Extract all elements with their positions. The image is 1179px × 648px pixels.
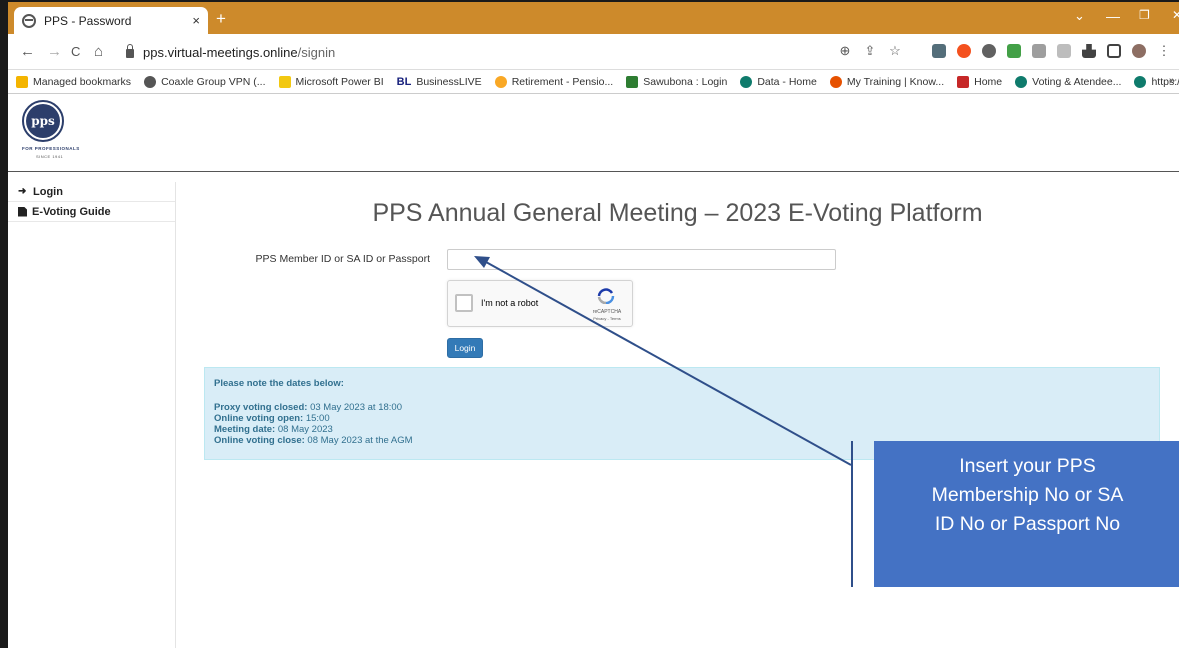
extension-4-icon[interactable]: [1007, 44, 1021, 58]
businesslive-icon: BL: [396, 75, 412, 88]
member-id-label: PPS Member ID or SA ID or Passport: [255, 253, 430, 265]
tab-pps-password[interactable]: PPS - Password ×: [14, 7, 208, 34]
zoom-icon[interactable]: ⊕: [838, 43, 852, 59]
folder-icon: [16, 75, 28, 88]
bookmark-star-icon[interactable]: ☆: [888, 43, 902, 59]
lock-icon: [126, 43, 134, 58]
sawubona-icon: [626, 75, 639, 88]
notice-row: Online voting open: 15:00: [214, 413, 330, 424]
bookmark-item[interactable]: Home: [957, 75, 1002, 88]
tab-strip: PPS - Password × + ⌄ — ❐ ✕: [8, 2, 1179, 34]
side-panel-icon[interactable]: [1107, 44, 1121, 58]
bookmark-item[interactable]: Microsoft Power BI: [278, 75, 384, 88]
extension-3-icon[interactable]: [982, 44, 996, 58]
notice-row: Proxy voting closed: 03 May 2023 at 18:0…: [214, 402, 402, 413]
restore-button[interactable]: ❐: [1139, 8, 1150, 22]
pps-logo[interactable]: pps: [22, 100, 64, 142]
sharepoint-icon: [1134, 75, 1147, 88]
tab-close-icon[interactable]: ×: [192, 13, 200, 28]
close-window-button[interactable]: ✕: [1172, 8, 1179, 22]
bookmarks-bar: Managed bookmarks Coaxle Group VPN (... …: [8, 70, 1179, 94]
home-site-icon: [957, 75, 970, 88]
profile-avatar[interactable]: [1132, 44, 1146, 58]
reload-button[interactable]: C: [71, 44, 80, 59]
bookmark-item[interactable]: My Training | Know...: [829, 75, 944, 88]
page-favicon-icon: [22, 13, 36, 28]
url-host: pps.virtual-meetings.online: [143, 44, 298, 60]
logo-tagline: FOR PROFESSIONALS: [22, 146, 80, 151]
bookmark-item[interactable]: Sawubona : Login: [626, 75, 727, 88]
logo-since: SINCE 1941: [36, 154, 64, 159]
sidebar: ➜ Login E-Voting Guide: [8, 182, 176, 648]
training-icon: [829, 75, 842, 88]
recaptcha-label: I'm not a robot: [481, 298, 539, 308]
site-header: pps FOR PROFESSIONALS SINCE 1941: [8, 94, 1179, 172]
tab-search-chevron-icon[interactable]: ⌄: [1074, 8, 1085, 24]
extension-2-icon[interactable]: [957, 44, 971, 58]
extension-5-icon[interactable]: [1032, 44, 1046, 58]
document-icon: [18, 206, 27, 217]
login-icon: ➜: [18, 186, 27, 197]
sidebar-item-label: Login: [33, 185, 63, 198]
recaptcha-logo-icon: [597, 288, 615, 304]
callout-line-2: Membership No or SA: [931, 484, 1124, 506]
callout-divider: [851, 441, 853, 587]
recaptcha-brand: reCAPTCHA: [592, 309, 622, 315]
sidebar-item-label: E-Voting Guide: [32, 205, 111, 218]
sidebar-item-login[interactable]: ➜ Login: [8, 182, 175, 202]
address-bar[interactable]: pps.virtual-meetings.online/signin: [122, 39, 872, 65]
power-bi-icon: [278, 75, 291, 88]
extensions-area: ⊕ ⇪ ☆ ⋮: [838, 43, 1171, 59]
bookmark-item[interactable]: Data - Home: [740, 75, 817, 88]
logo-mark: pps: [26, 104, 60, 138]
bookmark-item[interactable]: Coaxle Group VPN (...: [144, 75, 266, 88]
browser-window: PPS - Password × + ⌄ — ❐ ✕ ← → C ⌂ pps.v…: [0, 0, 1179, 648]
home-button[interactable]: ⌂: [94, 43, 103, 60]
extension-6-icon[interactable]: [1057, 44, 1071, 58]
bookmark-item[interactable]: Voting & Atendee...: [1015, 75, 1121, 88]
extensions-puzzle-icon[interactable]: [1082, 44, 1096, 58]
sidebar-item-e-voting-guide[interactable]: E-Voting Guide: [8, 202, 175, 222]
sharepoint-icon: [1015, 75, 1028, 88]
share-icon[interactable]: ⇪: [863, 43, 877, 59]
url-path: /signin: [297, 44, 336, 60]
browser-toolbar: ← → C ⌂ pps.virtual-meetings.online/sign…: [8, 34, 1179, 70]
recaptcha-widget: I'm not a robot reCAPTCHA Privacy - Term…: [447, 280, 633, 327]
login-button[interactable]: Login: [447, 338, 483, 358]
sharepoint-icon: [740, 75, 753, 88]
callout-line-3: ID No or Passport No: [934, 513, 1121, 535]
bookmark-item[interactable]: BL BusinessLIVE: [397, 76, 482, 88]
sun-icon: [494, 75, 507, 88]
menu-kebab-icon[interactable]: ⋮: [1157, 43, 1171, 59]
tab-title: PPS - Password: [44, 13, 132, 28]
bookmark-item[interactable]: Managed bookmarks: [16, 75, 131, 88]
bookmark-item[interactable]: Retirement - Pensio...: [494, 75, 613, 88]
notice-row: Meeting date: 08 May 2023: [214, 424, 333, 435]
recaptcha-terms-link[interactable]: Privacy - Terms: [588, 316, 626, 321]
forward-button[interactable]: →: [47, 43, 62, 60]
page-title: PPS Annual General Meeting – 2023 E-Voti…: [372, 199, 983, 227]
vpn-icon: [144, 75, 157, 88]
callout-line-1: Insert your PPS: [959, 455, 1096, 477]
new-tab-button[interactable]: +: [216, 9, 226, 29]
notice-heading: Please note the dates below:: [214, 378, 344, 389]
page-content: pps FOR PROFESSIONALS SINCE 1941 ➜ Login…: [8, 94, 1179, 648]
annotation-callout: Insert your PPS Membership No or SA ID N…: [874, 441, 1179, 587]
more-bookmarks-icon[interactable]: »: [1169, 75, 1175, 87]
extension-1-icon[interactable]: [932, 44, 946, 58]
back-button[interactable]: ←: [20, 43, 35, 60]
recaptcha-checkbox[interactable]: [455, 294, 473, 312]
member-id-input[interactable]: [447, 249, 836, 270]
minimize-button[interactable]: —: [1106, 8, 1120, 24]
